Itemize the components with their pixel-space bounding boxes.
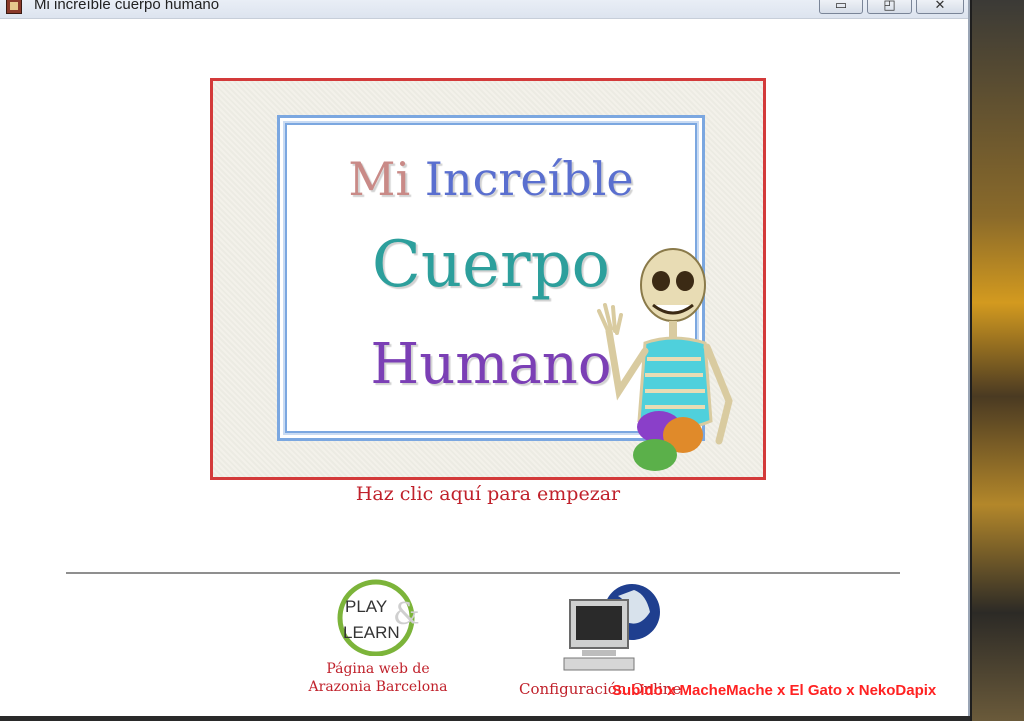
start-link[interactable]: Haz clic aquí para empezar xyxy=(210,483,766,505)
logo-learn-text: LEARN xyxy=(343,623,400,642)
title-bar[interactable]: Mi increíble cuerpo humano ▭ ◰ ✕ xyxy=(0,0,968,19)
logo-play-text: PLAY xyxy=(345,597,387,616)
play-learn-caption-line2: Arazonia Barcelona xyxy=(308,679,448,695)
title-word-mi: Mi xyxy=(348,152,411,206)
minimize-icon: ▭ xyxy=(834,0,848,12)
play-learn-link[interactable]: Página web de Arazonia Barcelona xyxy=(298,660,458,696)
play-learn-caption-line1: Página web de xyxy=(326,661,430,677)
computer-globe-icon[interactable] xyxy=(560,582,670,674)
watermark-text: Subido x MacheMache x El Gato x NekoDapi… xyxy=(612,682,937,699)
bottom-edge xyxy=(0,716,970,721)
title-line-1: Mi Increíble xyxy=(280,152,702,206)
play-learn-logo[interactable]: PLAY & LEARN xyxy=(333,578,423,656)
close-icon: ✕ xyxy=(934,0,946,12)
background-desktop-strip xyxy=(972,0,1024,721)
maximize-button[interactable]: ◰ xyxy=(867,0,912,14)
skeleton-mascot xyxy=(597,248,733,471)
minimize-button[interactable]: ▭ xyxy=(819,0,863,14)
start-title-card[interactable]: Mi Increíble Cuerpo Humano xyxy=(210,78,766,480)
close-button[interactable]: ✕ xyxy=(916,0,964,14)
maximize-icon: ◰ xyxy=(883,0,896,12)
title-word-increible: Increíble xyxy=(424,152,634,206)
divider xyxy=(66,572,900,574)
app-icon[interactable] xyxy=(6,0,22,14)
app-window: Mi increíble cuerpo humano ▭ ◰ ✕ Mi Incr… xyxy=(0,0,970,721)
window-title: Mi increíble cuerpo humano xyxy=(34,0,220,13)
